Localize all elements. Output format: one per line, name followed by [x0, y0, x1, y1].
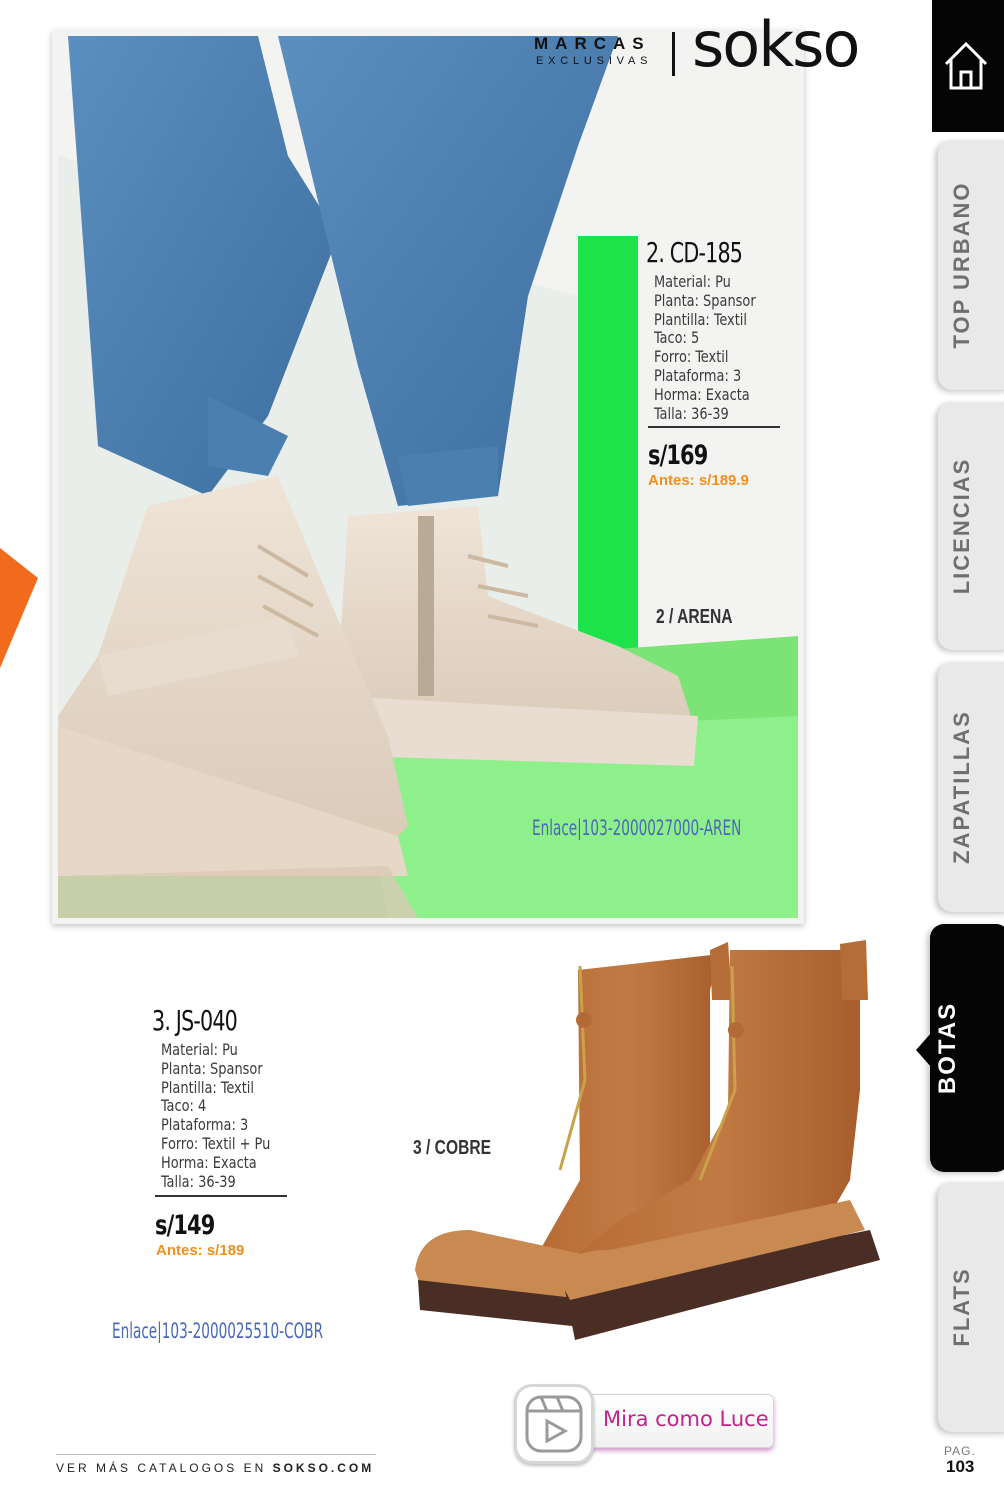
orange-decoration: [0, 548, 38, 668]
brand-marcas: MARCAS: [534, 34, 651, 53]
page-label: PAG.: [944, 1444, 976, 1458]
spec-item: Taco: 4: [161, 1096, 207, 1116]
footer-text: VER MÁS CATALOGOS EN: [56, 1461, 273, 1475]
brand-header: MARCAS EXCLUSIVAS sokso: [534, 14, 894, 80]
mira-como-luce-label: Mira como Luce: [603, 1407, 769, 1431]
spec-item: Talla: 36-39: [654, 403, 729, 423]
tab-zapatillas[interactable]: ZAPATILLAS: [938, 662, 1004, 912]
tab-label: ZAPATILLAS: [949, 710, 974, 864]
product-3-code: 3. JS-040: [152, 1004, 238, 1037]
footer-catalog-text: VER MÁS CATALOGOS EN SOKSO.COM: [56, 1461, 374, 1475]
tab-licencias[interactable]: LICENCIAS: [938, 402, 1004, 650]
product-3-price: s/149: [155, 1210, 215, 1241]
spec-item: Planta: Spansor: [161, 1058, 263, 1078]
product-2-code: 2. CD-185: [646, 236, 743, 269]
home-icon: [944, 41, 988, 90]
product-2-specs: Material: Pu Planta: Spansor Plantilla: …: [654, 272, 767, 423]
spec-item: Planta: Spansor: [654, 290, 756, 310]
tab-label: BOTAS: [934, 1001, 961, 1095]
tab-botas[interactable]: BOTAS: [930, 924, 1004, 1172]
spec-item: Forro: Textil + Pu: [161, 1133, 271, 1153]
play-reel-icon[interactable]: [514, 1384, 594, 1464]
spec-item: Plataforma: 3: [654, 365, 742, 385]
sokso-logo: sokso: [692, 8, 860, 81]
spec-item: Horma: Exacta: [654, 384, 750, 404]
page-number: 103: [946, 1457, 975, 1476]
brand-divider: [672, 32, 675, 76]
spec-item: Plantilla: Textil: [161, 1077, 254, 1097]
product-3-image: [415, 940, 880, 1340]
footer-divider: [56, 1454, 376, 1455]
product-3-before-price: Antes: s/189: [156, 1242, 245, 1259]
product-2-price: s/169: [648, 440, 708, 471]
spec-item: Talla: 36-39: [161, 1171, 236, 1191]
brand-exclusivas: EXCLUSIVAS: [536, 55, 653, 67]
home-tab[interactable]: [932, 0, 1004, 132]
spec-item: Material: Pu: [161, 1040, 238, 1059]
spec-item: Horma: Exacta: [161, 1152, 257, 1172]
product-3-divider: [155, 1195, 287, 1197]
spec-item: Material: Pu: [654, 272, 731, 291]
product-2-link[interactable]: Enlace|103-2000027000-AREN: [532, 816, 741, 840]
spec-item: Taco: 5: [654, 328, 700, 348]
footer-site-link[interactable]: SOKSO.COM: [273, 1461, 375, 1475]
tab-top-urbano[interactable]: TOP URBANO: [938, 140, 1004, 390]
spec-item: Plataforma: 3: [161, 1115, 249, 1135]
tab-label: LICENCIAS: [949, 457, 974, 595]
product-2-before-price: Antes: s/189.9: [648, 472, 749, 489]
product-2-divider: [648, 426, 780, 428]
spec-item: Forro: Textil: [654, 347, 729, 367]
product-3-link[interactable]: Enlace|103-2000025510-COBR: [112, 1319, 323, 1343]
tab-label: TOP URBANO: [949, 181, 974, 349]
tab-label: FLATS: [949, 1267, 974, 1347]
spec-item: Plantilla: Textil: [654, 309, 747, 329]
product-3-specs: Material: Pu Planta: Spansor Plantilla: …: [161, 1040, 282, 1191]
tab-flats[interactable]: FLATS: [938, 1182, 1004, 1432]
product-2-color: 2 / ARENA: [656, 606, 733, 628]
mira-como-luce-button[interactable]: Mira como Luce: [586, 1394, 774, 1448]
